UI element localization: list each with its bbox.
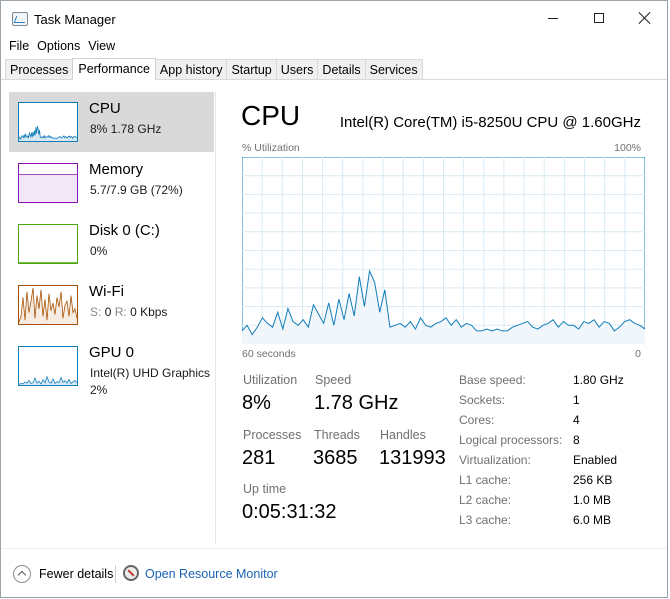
graph-x-left-label: 60 seconds [242,348,296,360]
chevron-up-circle-icon[interactable] [13,565,31,583]
sidebar-item-cpu[interactable]: CPU 8% 1.78 GHz [9,92,214,152]
maximize-icon [594,13,604,23]
sidebar-wifi-subtitle: S: 0 R: 0 Kbps [90,305,167,319]
graph-x-right-label: 0 [635,348,641,360]
handles-label: Handles [380,428,426,442]
task-manager-window: Task Manager File Options View Processes… [0,0,668,598]
speed-label: Speed [315,373,352,387]
sidebar-item-gpu[interactable]: GPU 0 Intel(R) UHD Graphics 6 2% [9,336,214,402]
menu-view[interactable]: View [84,37,119,55]
l1-cache-value: 256 KB [573,473,613,487]
wifi-receive-label: R: [114,305,127,319]
tab-details[interactable]: Details [317,59,366,80]
logical-processors-value: 8 [573,433,580,447]
sidebar-cpu-title: CPU [89,100,121,117]
menu-options[interactable]: Options [33,37,84,55]
l3-cache-label: L3 cache: [459,513,512,527]
uptime-label: Up time [243,482,287,496]
sidebar-memory-subtitle: 5.7/7.9 GB (72%) [90,183,183,197]
cpu-thumbnail-graph [18,102,78,142]
memory-thumbnail-graph [18,163,78,203]
wifi-send-label: S: [90,305,102,319]
processes-value: 281 [242,447,276,469]
base-speed-value: 1.80 GHz [573,373,624,387]
sidebar-wifi-title: Wi-Fi [89,283,124,300]
threads-label: Threads [314,428,360,442]
page-title: CPU [241,100,301,131]
fewer-details-button[interactable]: Fewer details [39,567,113,581]
l1-cache-label: L1 cache: [459,473,512,487]
sidebar-gpu-title: GPU 0 [89,344,135,361]
sidebar-gpu-subtitle: Intel(R) UHD Graphics 6 [90,366,214,380]
handles-value: 131993 [379,447,446,469]
window-title: Task Manager [34,12,116,27]
footer-separator [115,565,116,583]
l2-cache-value: 1.0 MB [573,493,612,507]
sockets-value: 1 [573,393,580,407]
virtualization-value: Enabled [573,453,618,467]
processes-label: Processes [243,428,302,442]
tab-services[interactable]: Services [364,59,423,80]
cores-label: Cores: [459,413,495,427]
l3-cache-value: 6.0 MB [573,513,612,527]
sidebar-gpu-usage: 2% [90,383,108,397]
close-button[interactable] [622,1,668,35]
open-resource-monitor-link[interactable]: Open Resource Monitor [145,567,278,581]
graph-y-label: % Utilization [242,142,300,154]
threads-value: 3685 [313,447,358,469]
sidebar-item-wifi[interactable]: Wi-Fi S: 0 R: 0 Kbps [9,275,214,335]
tab-users[interactable]: Users [275,59,319,80]
sidebar-cpu-subtitle: 8% 1.78 GHz [90,122,162,136]
sidebar-disk-subtitle: 0% [90,244,108,258]
utilization-value: 8% [242,392,271,414]
sockets-label: Sockets: [459,393,506,407]
sidebar-item-memory[interactable]: Memory 5.7/7.9 GB (72%) [9,153,214,213]
resource-sidebar: CPU 8% 1.78 GHz Memory 5.7/7.9 GB (72%) … [9,92,214,542]
tab-app-history[interactable]: App history [154,59,228,80]
wifi-receive-value: 0 Kbps [130,305,168,319]
uptime-value: 0:05:31:32 [242,501,337,523]
sidebar-item-disk[interactable]: Disk 0 (C:) 0% [9,214,214,274]
footer-divider [1,548,667,549]
menu-file[interactable]: File [1,37,33,55]
l2-cache-label: L2 cache: [459,493,512,507]
gpu-thumbnail-graph [18,346,78,386]
maximize-button[interactable] [576,1,622,35]
tab-startup[interactable]: Startup [226,59,277,80]
tab-processes[interactable]: Processes [5,59,74,80]
graph-y-max-label: 100% [614,142,641,154]
tab-bar: Processes Performance App history Startu… [5,58,423,80]
cpu-utilization-graph [242,157,645,344]
resource-monitor-icon[interactable] [123,565,139,581]
menu-bar: File Options View [1,37,119,55]
sidebar-memory-title: Memory [89,161,144,178]
wifi-send-value: 0 [104,305,112,319]
memory-thumb-area [19,174,77,202]
tab-performance[interactable]: Performance [72,58,156,80]
speed-value: 1.78 GHz [314,392,399,414]
minimize-button[interactable] [530,1,576,35]
task-manager-app-icon [12,12,28,26]
virtualization-label: Virtualization: [459,453,531,467]
utilization-label: Utilization [243,373,298,387]
minimize-icon [548,17,558,19]
logical-processors-label: Logical processors: [459,433,563,447]
close-icon [638,11,652,25]
base-speed-label: Base speed: [459,373,526,387]
title-bar[interactable]: Task Manager [1,1,667,35]
cpu-thumb-area [19,126,77,141]
disk-thumbnail-graph [18,224,78,264]
sidebar-disk-title: Disk 0 (C:) [89,222,160,239]
cores-value: 4 [573,413,580,427]
cpu-model-name: Intel(R) Core(TM) i5-8250U CPU @ 1.60GHz [339,114,641,131]
sidebar-divider [215,92,216,544]
wifi-thumbnail-graph [18,285,78,325]
